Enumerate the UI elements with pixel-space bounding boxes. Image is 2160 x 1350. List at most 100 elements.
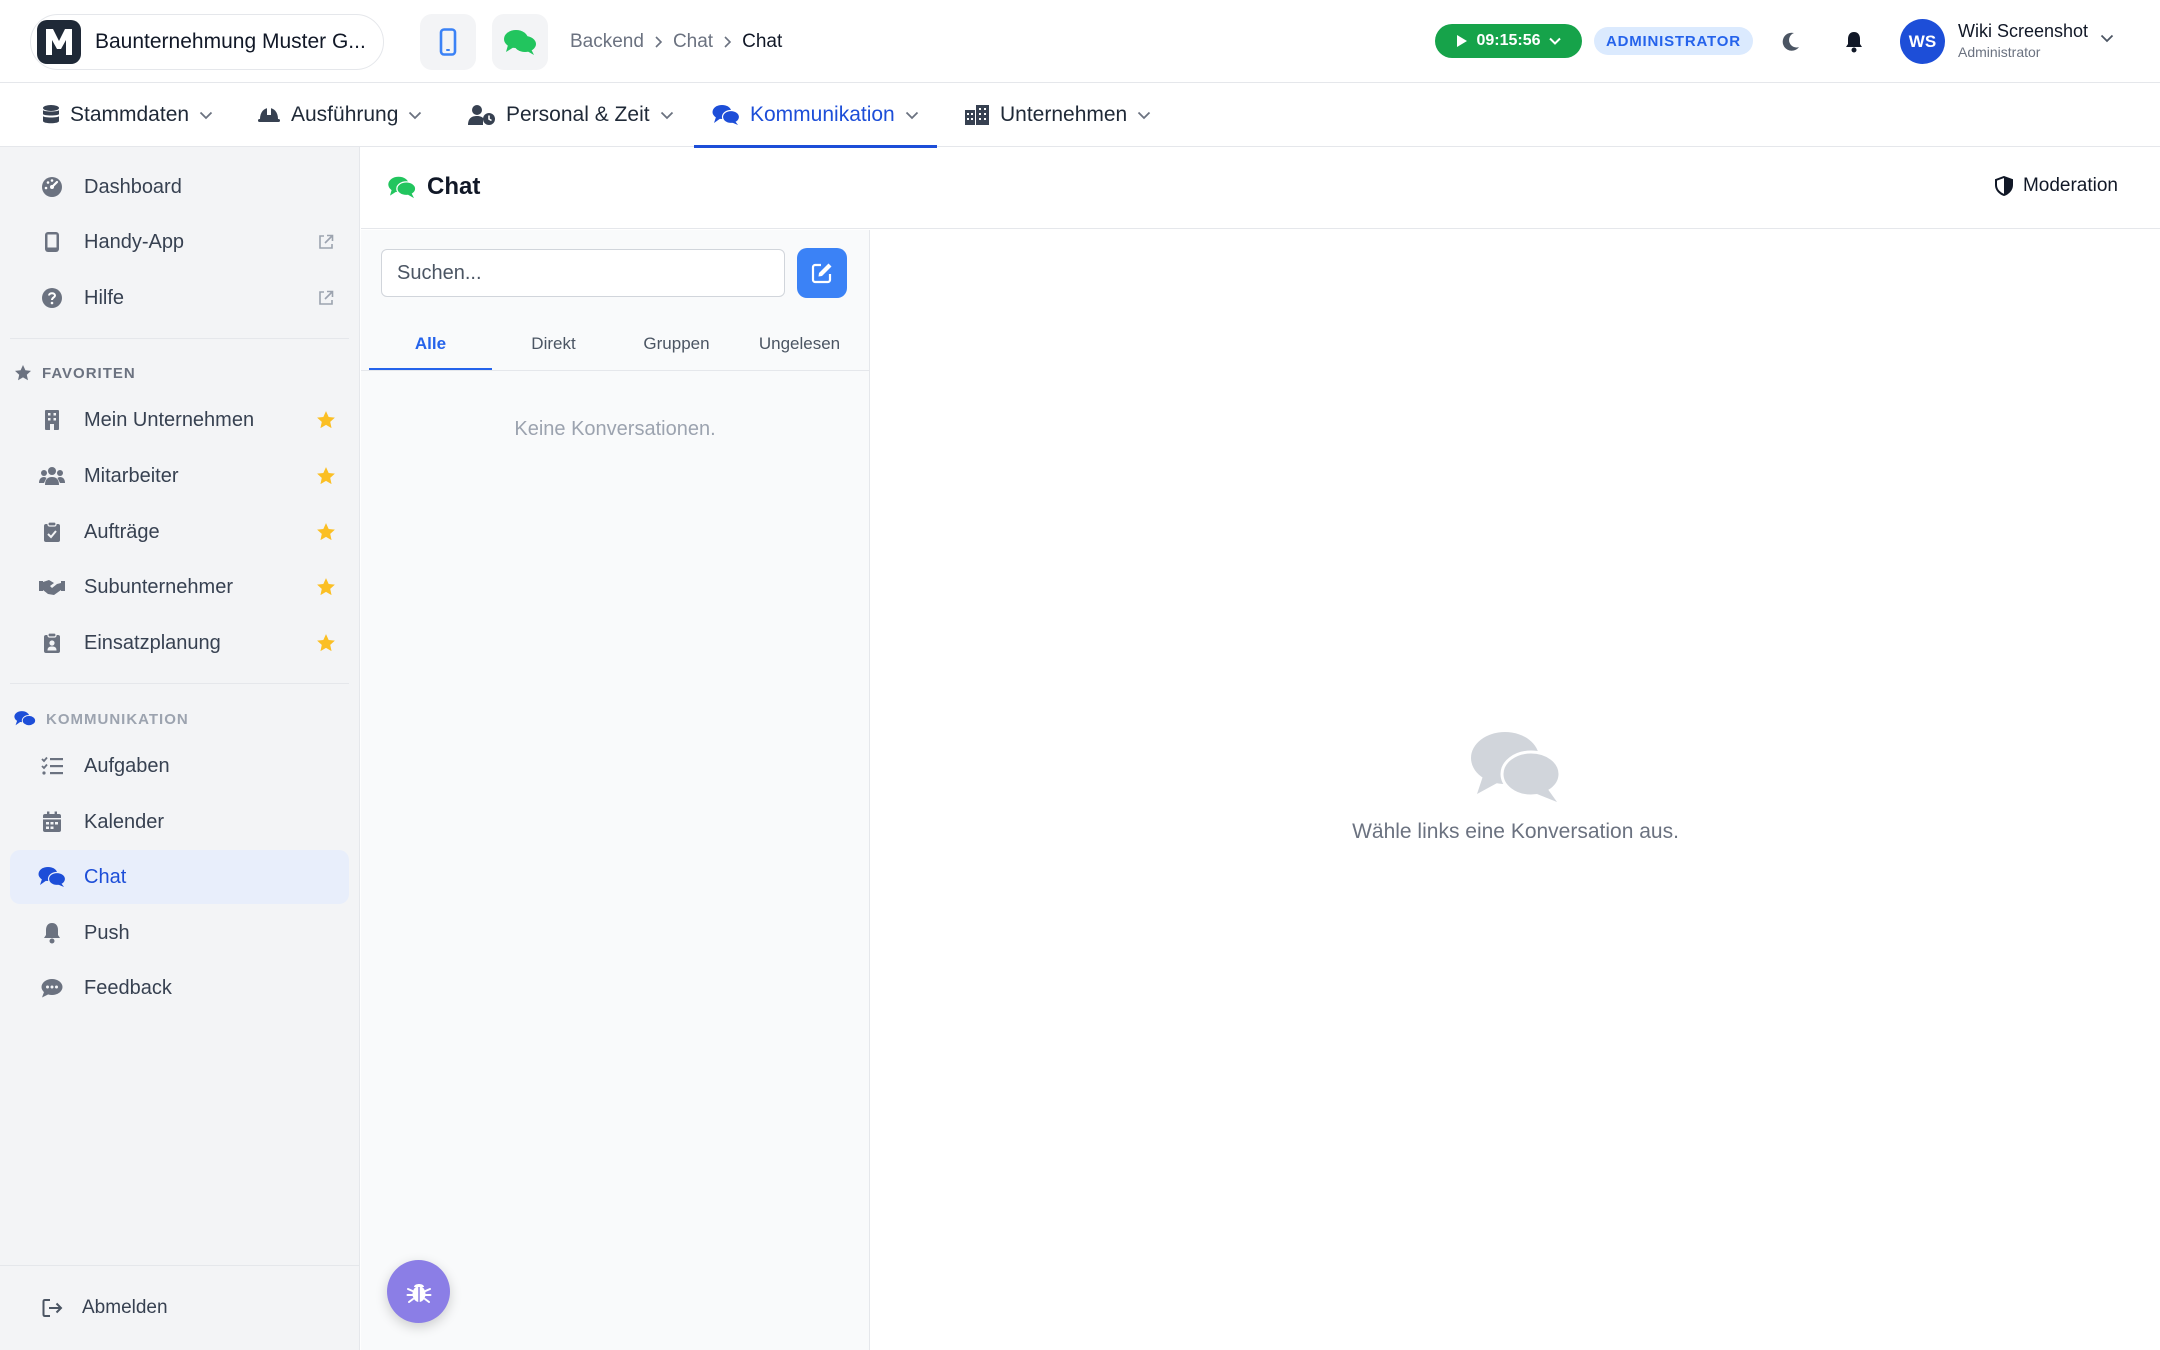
favorite-star-icon[interactable]: [303, 522, 349, 542]
notifications-button[interactable]: [1836, 24, 1872, 60]
moderation-label: Moderation: [2022, 175, 2118, 196]
sidebar-item-label: Kalender: [84, 810, 165, 833]
favorites-section-title: FAVORITEN: [14, 361, 136, 385]
favorite-star-icon[interactable]: [303, 577, 349, 597]
breadcrumb-separator-icon: [654, 35, 663, 49]
sidebar-item-label: Hilfe: [84, 286, 125, 309]
sidebar-item-label: Aufgaben: [84, 754, 170, 777]
user-name[interactable]: Wiki Screenshot: [1958, 21, 2088, 42]
chevron-down-icon: [1138, 111, 1151, 119]
favorite-star-icon[interactable]: [303, 633, 349, 653]
chat-bubbles-icon: [38, 867, 66, 887]
empty-conversations-message: Keine Konversationen.: [514, 418, 716, 440]
logout-label: Abmelden: [82, 1297, 168, 1318]
bug-report-button[interactable]: [387, 1260, 450, 1323]
sidebar-item-dashboard[interactable]: Dashboard: [10, 160, 349, 214]
nav-stammdaten[interactable]: Stammdaten: [42, 83, 213, 147]
search-input[interactable]: [381, 249, 785, 297]
mobile-app-button[interactable]: [420, 14, 476, 70]
chat-bubbles-icon: [712, 105, 740, 125]
question-circle-icon: [42, 288, 62, 308]
breadcrumb-current: Chat: [742, 31, 783, 52]
nav-label: Unternehmen: [1000, 103, 1128, 126]
chat-bubbles-icon: [504, 30, 536, 55]
nav-unternehmen[interactable]: Unternehmen: [964, 83, 1151, 147]
sidebar-item-chat[interactable]: Chat: [10, 850, 349, 904]
sidebar-item-label: Dashboard: [84, 175, 182, 198]
sidebar-item-mein-unternehmen[interactable]: Mein Unternehmen: [10, 393, 349, 447]
external-link-icon: [319, 234, 334, 249]
sidebar-item-label: Subunternehmer: [84, 575, 233, 598]
sidebar-item-feedback[interactable]: Feedback: [10, 961, 349, 1015]
time-tracker-button[interactable]: 09:15:56: [1435, 24, 1582, 58]
sidebar-item-label: Mein Unternehmen: [84, 408, 255, 431]
sidebar-item-label: Chat: [84, 865, 127, 888]
nav-kommunikation[interactable]: Kommunikation: [694, 83, 937, 148]
tab-alle[interactable]: Alle: [369, 318, 492, 371]
sign-out-icon: [42, 1299, 63, 1317]
dark-mode-toggle[interactable]: [1773, 24, 1809, 60]
city-icon: [965, 105, 989, 125]
sidebar-divider: [10, 683, 349, 684]
sidebar-item-label: Einsatzplanung: [84, 631, 221, 654]
sidebar-item-push[interactable]: Push: [10, 906, 349, 960]
company-name: Baunternehmung Muster G...: [95, 30, 366, 53]
sidebar-item-handy-app[interactable]: Handy-App: [10, 215, 349, 269]
favorite-star-icon[interactable]: [303, 466, 349, 486]
comment-dots-icon: [41, 979, 63, 998]
user-clock-icon: [468, 105, 495, 125]
sidebar-item-auftraege[interactable]: Aufträge: [10, 505, 349, 559]
nav-personal-zeit[interactable]: Personal & Zeit: [468, 83, 674, 147]
sidebar-item-einsatzplanung[interactable]: Einsatzplanung: [10, 616, 349, 670]
kommunikation-section-title: KOMMUNIKATION: [14, 707, 189, 731]
external-link-icon: [319, 290, 334, 305]
sidebar-item-mitarbeiter[interactable]: Mitarbeiter: [10, 449, 349, 503]
sidebar-item-aufgaben[interactable]: Aufgaben: [10, 739, 349, 793]
calendar-icon: [43, 811, 61, 832]
tabs-divider: [361, 370, 869, 371]
favorite-star-icon[interactable]: [303, 410, 349, 430]
company-switcher[interactable]: Baunternehmung Muster G...: [30, 14, 384, 70]
sidebar-item-kalender[interactable]: Kalender: [10, 795, 349, 849]
shield-icon: [1994, 176, 2013, 196]
role-badge: ADMINISTRATOR: [1594, 27, 1753, 55]
user-role: Administrator: [1958, 44, 2041, 60]
tab-ungelesen[interactable]: Ungelesen: [738, 318, 861, 370]
conversation-tabs: Alle Direkt Gruppen Ungelesen: [369, 318, 861, 371]
user-menu-chevron-icon[interactable]: [2100, 34, 2114, 43]
moderation-button[interactable]: Moderation: [1994, 175, 2118, 197]
gauge-icon: [42, 177, 62, 197]
chat-bubbles-icon: [14, 711, 36, 727]
nav-label: Kommunikation: [750, 103, 895, 126]
list-check-icon: [41, 756, 63, 775]
company-logo: [37, 20, 81, 64]
user-avatar[interactable]: WS: [1900, 19, 1945, 64]
chat-shortcut-button[interactable]: [492, 14, 548, 70]
sidebar-item-label: Handy-App: [84, 230, 185, 253]
mobile-phone-icon: [439, 28, 457, 56]
tab-direkt[interactable]: Direkt: [492, 318, 615, 370]
chevron-down-icon: [199, 111, 213, 119]
bug-icon: [406, 1283, 431, 1303]
breadcrumb-chat[interactable]: Chat: [673, 31, 713, 53]
star-icon: [15, 365, 31, 381]
edit-icon: [811, 263, 832, 284]
breadcrumb-backend[interactable]: Backend: [570, 31, 644, 53]
tab-gruppen[interactable]: Gruppen: [615, 318, 738, 370]
timer-value: 09:15:56: [1476, 32, 1541, 49]
sidebar-item-label: Mitarbeiter: [84, 464, 179, 487]
users-icon: [39, 467, 65, 485]
sidebar-item-label: Push: [84, 921, 130, 944]
content-header: Chat Moderation: [361, 147, 2160, 229]
new-conversation-button[interactable]: [797, 248, 847, 298]
page-title: Chat: [387, 173, 480, 201]
nav-ausfuehrung[interactable]: Ausführung: [257, 83, 422, 147]
moon-icon: [1782, 32, 1799, 51]
sidebar-item-subunternehmer[interactable]: Subunternehmer: [10, 560, 349, 614]
chevron-down-icon: [1548, 37, 1561, 45]
sidebar-item-hilfe[interactable]: Hilfe: [10, 271, 349, 325]
logout-button[interactable]: Abmelden: [0, 1265, 359, 1350]
chevron-down-icon: [409, 111, 422, 119]
nav-label: Stammdaten: [70, 103, 190, 126]
clipboard-check-icon: [44, 521, 60, 542]
